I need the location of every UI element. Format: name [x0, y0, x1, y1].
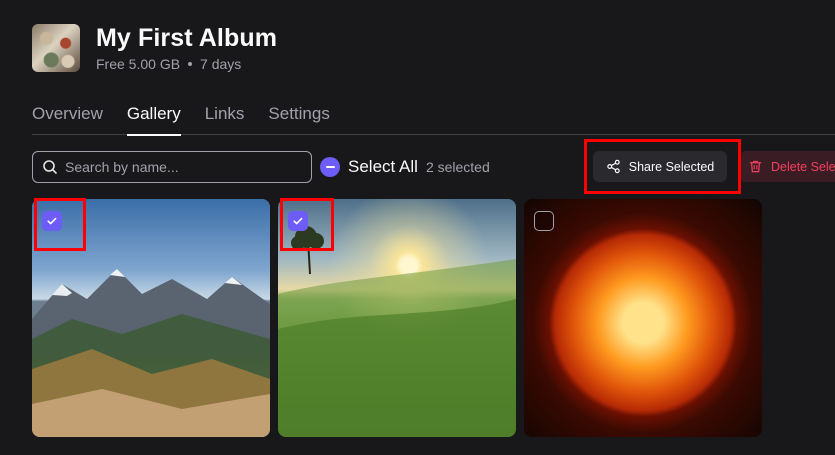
- tab-gallery[interactable]: Gallery: [126, 104, 181, 136]
- sun-image: [524, 199, 762, 437]
- share-selected-button[interactable]: Share Selected: [593, 151, 727, 182]
- search-box: [32, 151, 312, 183]
- album-tabs: Overview Gallery Links Settings: [32, 104, 835, 136]
- separator-dot: [188, 62, 193, 66]
- album-cover-thumbnail: [32, 24, 80, 72]
- select-all-label[interactable]: Select All: [348, 157, 418, 177]
- duration-info: 7 days: [200, 56, 242, 72]
- search-input[interactable]: [65, 159, 295, 175]
- tab-overview[interactable]: Overview: [32, 104, 103, 135]
- tile-checkbox-unchecked[interactable]: [534, 211, 554, 231]
- select-all-checkbox[interactable]: [320, 157, 340, 177]
- share-icon: [607, 159, 620, 174]
- search-icon: [43, 160, 57, 174]
- album-page: My First Album Free 5.00 GB 7 days Overv…: [0, 0, 835, 455]
- tile-checkbox-checked[interactable]: [288, 211, 308, 231]
- gallery-item-meadow[interactable]: [278, 199, 516, 437]
- check-icon: [293, 217, 303, 225]
- album-meta: Free 5.00 GB 7 days: [96, 56, 241, 72]
- trash-icon: [749, 160, 762, 173]
- minus-icon: [325, 166, 335, 168]
- tile-checkbox-checked[interactable]: [42, 211, 62, 231]
- gallery-item-sun[interactable]: [524, 199, 762, 437]
- delete-selected-label: Delete Sele: [771, 159, 835, 174]
- gallery-item-mountain[interactable]: [32, 199, 270, 437]
- select-all-control: Select All 2 selected: [320, 157, 490, 177]
- album-title: My First Album: [96, 24, 278, 52]
- tab-settings[interactable]: Settings: [268, 104, 329, 135]
- tab-links[interactable]: Links: [205, 104, 245, 135]
- meadow-image: [278, 199, 516, 437]
- share-selected-label: Share Selected: [628, 159, 715, 174]
- mountain-image: [32, 199, 270, 437]
- check-icon: [47, 217, 57, 225]
- storage-info: Free 5.00 GB: [96, 56, 181, 72]
- selected-count: 2 selected: [425, 159, 490, 175]
- delete-selected-button[interactable]: Delete Sele: [740, 151, 835, 182]
